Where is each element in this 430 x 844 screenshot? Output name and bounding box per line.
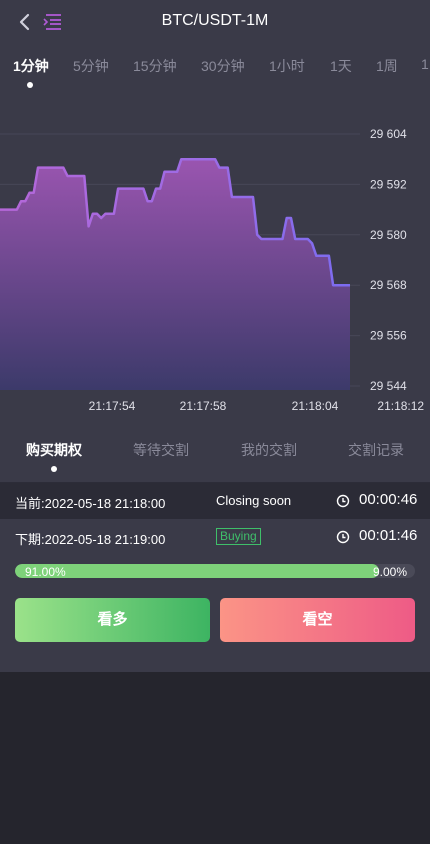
- current-time: 2022-05-18 21:18:00: [44, 496, 166, 511]
- tab-buy-option[interactable]: 购买期权: [26, 440, 82, 460]
- active-trade-tab-indicator: [51, 466, 57, 472]
- buy-up-button[interactable]: 看多: [15, 598, 210, 642]
- header: BTC/USDT-1M: [0, 0, 430, 44]
- period-tabs: 1分钟 5分钟 15分钟 30分钟 1小时 1天 1周 1: [0, 56, 430, 92]
- trade-tabs: 购买期权 等待交割 我的交割 交割记录: [0, 440, 430, 476]
- price-chart-svg: 29 604 29 592 29 580 29 568 29 556 29 544 21:…: [0, 127, 424, 413]
- buy-down-button[interactable]: 看空: [220, 598, 415, 642]
- next-countdown: 00:01:46: [359, 527, 418, 544]
- next-period-label: 下期:2022-05-18 21:19:00: [15, 529, 165, 548]
- progress-down-label: 9.00%: [372, 565, 407, 578]
- clock-icon: [336, 494, 350, 508]
- next-time: 2022-05-18 21:19:00: [44, 532, 166, 547]
- tab-period-1m[interactable]: 1分钟: [13, 56, 49, 76]
- tab-period-5m[interactable]: 5分钟: [73, 56, 109, 76]
- next-label: 下期:: [15, 532, 45, 547]
- price-chart: 29 604 29 592 29 580 29 568 29 556 29 544 21:…: [0, 110, 430, 420]
- next-status-badge: Buying: [216, 528, 261, 545]
- current-period-row: 当前:2022-05-18 21:18:00 Closing soon 00:0…: [0, 483, 430, 519]
- page-title: BTC/USDT-1M: [161, 12, 269, 29]
- progress-fill-up: [15, 564, 379, 578]
- current-label: 当前:: [15, 496, 45, 511]
- tab-delivery-records[interactable]: 交割记录: [348, 440, 404, 460]
- tab-period-more[interactable]: 1: [421, 56, 429, 72]
- active-tab-indicator: [27, 82, 33, 88]
- tab-period-15m[interactable]: 15分钟: [133, 56, 177, 76]
- tab-period-1w[interactable]: 1周: [376, 56, 398, 76]
- y-tick-label: 29 568: [370, 278, 407, 292]
- tab-period-1d[interactable]: 1天: [330, 56, 352, 76]
- y-tick-label: 29 604: [370, 127, 407, 141]
- tab-my-delivery[interactable]: 我的交割: [241, 440, 297, 460]
- tab-period-30m[interactable]: 30分钟: [201, 56, 245, 76]
- clock-icon: [336, 530, 350, 544]
- next-period-row: 下期:2022-05-18 21:19:00 Buying 00:01:46: [0, 519, 430, 555]
- current-countdown: 00:00:46: [359, 491, 418, 508]
- sentiment-progress-bar: 91.00% 9.00%: [15, 564, 415, 578]
- tab-waiting-delivery[interactable]: 等待交割: [133, 440, 189, 460]
- y-tick-label: 29 592: [370, 177, 407, 191]
- tab-period-1h[interactable]: 1小时: [269, 56, 305, 76]
- progress-up-label: 91.00%: [25, 565, 66, 578]
- x-tick-label: 21:18:04: [292, 399, 339, 413]
- current-status: Closing soon: [216, 493, 292, 508]
- trading-panel: BTC/USDT-1M 1分钟 5分钟 15分钟 30分钟 1小时 1天 1周 …: [0, 0, 430, 672]
- x-tick-label: 21:17:58: [180, 399, 227, 413]
- price-area-fill: [0, 159, 350, 390]
- x-tick-label: 21:17:54: [89, 399, 136, 413]
- x-tick-label: 21:18:12: [377, 399, 424, 413]
- y-tick-label: 29 556: [370, 329, 407, 343]
- y-tick-label: 29 544: [370, 379, 407, 393]
- current-period-label: 当前:2022-05-18 21:18:00: [15, 493, 165, 512]
- y-tick-label: 29 580: [370, 228, 407, 242]
